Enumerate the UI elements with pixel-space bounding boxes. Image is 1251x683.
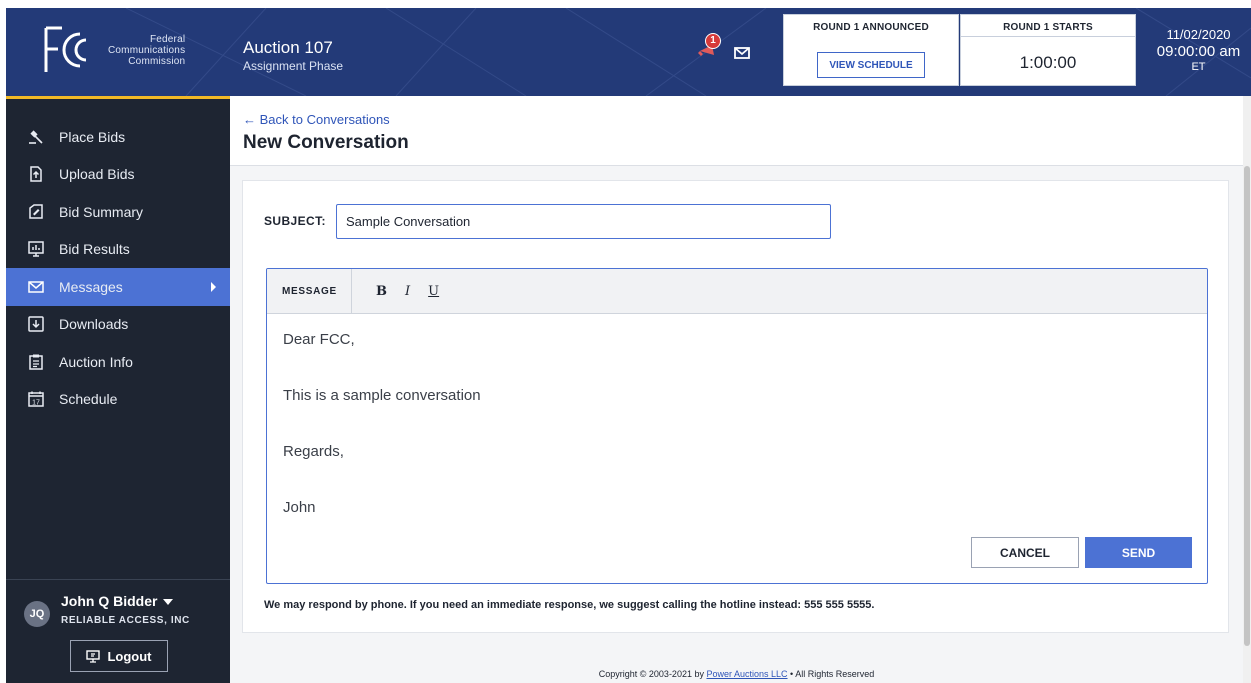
clipboard-icon xyxy=(29,354,43,370)
current-date: 11/02/2020 xyxy=(1166,27,1231,42)
sidebar-item-label: Messages xyxy=(59,278,123,295)
auction-info: Auction 107 Assignment Phase xyxy=(243,38,343,73)
download-icon xyxy=(28,316,44,332)
sidebar-nav: Place Bids Upload Bids Bid Summary Bid R… xyxy=(6,118,230,418)
round-announced-label: ROUND 1 ANNOUNCED xyxy=(813,22,929,33)
round-starts-countdown: 1:00:00 xyxy=(1019,53,1077,72)
sidebar-item-bid-summary[interactable]: Bid Summary xyxy=(6,193,230,231)
org-name: Federal Communications Commission xyxy=(108,34,185,67)
editor-toolbar: MESSAGE B I U xyxy=(267,269,1207,314)
org-name-line-3: Commission xyxy=(128,55,186,67)
round-starts-box: ROUND 1 STARTS 1:00:00 xyxy=(960,14,1136,86)
sidebar-item-auction-info[interactable]: Auction Info xyxy=(6,343,230,381)
cancel-button[interactable]: CANCEL xyxy=(971,537,1079,568)
message-editor: MESSAGE B I U Dear FCC, This is a sample… xyxy=(266,268,1208,584)
top-header: Federal Communications Commission Auctio… xyxy=(6,8,1251,96)
page-title: New Conversation xyxy=(243,132,409,153)
auction-title: Auction 107 xyxy=(243,38,333,57)
fcc-logo[interactable]: Federal Communications Commission xyxy=(36,22,185,78)
sidebar-item-bid-results[interactable]: Bid Results xyxy=(6,231,230,269)
send-button[interactable]: SEND xyxy=(1085,537,1192,568)
logout-label: Logout xyxy=(107,648,152,664)
notification-badge: 1 xyxy=(705,33,721,49)
timezone: ET xyxy=(1191,61,1206,73)
sidebar-item-label: Upload Bids xyxy=(59,166,135,183)
user-menu-toggle[interactable]: John Q Bidder xyxy=(61,593,174,609)
round-announced-box: ROUND 1 ANNOUNCED VIEW SCHEDULE xyxy=(783,14,959,86)
sidebar-item-label: Downloads xyxy=(59,316,129,333)
sidebar-item-schedule[interactable]: 17 Schedule xyxy=(6,381,230,419)
sidebar-item-downloads[interactable]: Downloads xyxy=(6,306,230,344)
svg-text:17: 17 xyxy=(32,400,40,407)
subject-input[interactable] xyxy=(336,204,831,239)
footer: Copyright © 2003-2021 by Power Auctions … xyxy=(230,669,1243,679)
avatar[interactable]: JQ xyxy=(24,601,50,627)
caret-down-icon xyxy=(163,599,174,606)
message-textarea[interactable]: Dear FCC, This is a sample conversation … xyxy=(267,314,1207,517)
scrollbar[interactable] xyxy=(1243,96,1251,683)
new-conversation-form: SUBJECT: MESSAGE B I U Dear FCC, This is… xyxy=(242,180,1229,633)
caret-right-icon xyxy=(211,282,216,292)
org-name-line-2: Communications xyxy=(108,44,186,56)
sidebar: Place Bids Upload Bids Bid Summary Bid R… xyxy=(6,96,230,683)
results-icon xyxy=(28,241,44,257)
hotline-note: We may respond by phone. If you need an … xyxy=(264,599,875,611)
sidebar-item-label: Auction Info xyxy=(59,353,133,370)
page-header: ← Back to Conversations New Conversation xyxy=(230,96,1243,166)
calendar-icon: 17 xyxy=(28,391,44,407)
gavel-icon xyxy=(29,130,43,144)
logout-button[interactable]: Logout xyxy=(70,640,168,672)
user-organization: RELIABLE ACCESS, INC xyxy=(61,615,190,626)
rights-text: • All Rights Reserved xyxy=(790,669,875,679)
back-to-conversations-link[interactable]: ← Back to Conversations xyxy=(243,112,390,127)
sidebar-item-label: Bid Results xyxy=(59,241,130,258)
italic-button[interactable]: I xyxy=(405,284,410,299)
subject-label: SUBJECT: xyxy=(264,214,326,228)
summary-icon xyxy=(29,204,43,219)
message-line: Regards, xyxy=(283,443,344,460)
sidebar-item-place-bids[interactable]: Place Bids xyxy=(6,118,230,156)
sidebar-item-upload-bids[interactable]: Upload Bids xyxy=(6,156,230,194)
bold-button[interactable]: B xyxy=(376,284,387,299)
copyright-text: Copyright © 2003-2021 by xyxy=(598,669,704,679)
sidebar-item-messages[interactable]: Messages xyxy=(6,268,230,306)
message-line: John xyxy=(283,499,316,516)
sidebar-item-label: Place Bids xyxy=(59,128,126,145)
message-line: This is a sample conversation xyxy=(283,387,481,404)
upload-icon xyxy=(30,166,42,182)
envelope-icon[interactable] xyxy=(734,46,750,60)
current-time: 09:00:00 am xyxy=(1156,43,1241,60)
round-starts-label: ROUND 1 STARTS xyxy=(961,15,1135,37)
scrollbar-thumb[interactable] xyxy=(1244,166,1250,646)
main-content: ← Back to Conversations New Conversation… xyxy=(230,96,1243,683)
user-panel: JQ John Q Bidder RELIABLE ACCESS, INC Lo… xyxy=(6,579,230,683)
org-name-line-1: Federal xyxy=(149,33,186,45)
underline-button[interactable]: U xyxy=(428,284,439,299)
envelope-icon xyxy=(28,281,44,293)
message-line: Dear FCC, xyxy=(283,331,355,348)
sidebar-item-label: Schedule xyxy=(59,391,118,408)
sidebar-item-label: Bid Summary xyxy=(59,203,144,220)
current-datetime: 11/02/2020 09:00:00 am ET xyxy=(1146,27,1251,73)
logout-icon xyxy=(86,649,101,663)
power-auctions-link[interactable]: Power Auctions LLC xyxy=(706,669,787,679)
auction-phase: Assignment Phase xyxy=(243,59,344,73)
view-schedule-button[interactable]: VIEW SCHEDULE xyxy=(817,52,925,78)
sidebar-accent-bar xyxy=(6,96,230,99)
app-window: Federal Communications Commission Auctio… xyxy=(6,8,1251,683)
message-label: MESSAGE xyxy=(267,269,352,314)
fcc-logo-mark xyxy=(44,26,87,72)
user-name: John Q Bidder xyxy=(61,593,158,609)
